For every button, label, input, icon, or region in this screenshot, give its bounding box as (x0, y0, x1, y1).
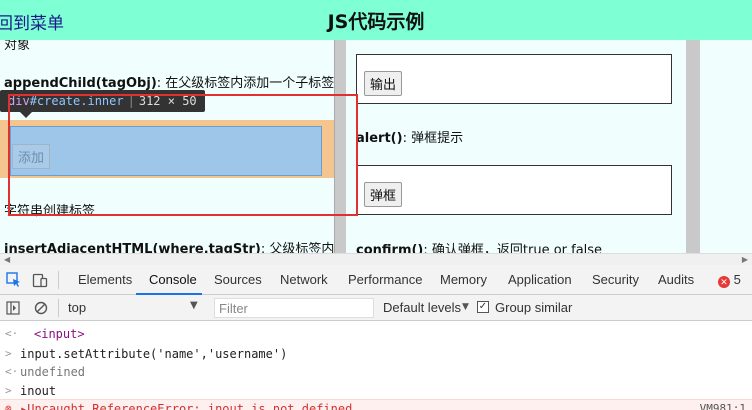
insert-adjacent-heading: insertAdjacentHTML(where,tagStr): 父级标签内添 (4, 238, 334, 253)
toolbar-divider (58, 299, 59, 317)
tab-performance[interactable]: Performance (348, 272, 422, 287)
tab-memory[interactable]: Memory (440, 272, 487, 287)
console-line: <· undefined (0, 363, 752, 381)
console-error-text[interactable]: ▸Uncaught ReferenceError: inout is not d… (20, 402, 352, 410)
middle-column: 输出 alert(): 弹框提示 弹框 confirm(): 确认弹框，返回tr… (346, 40, 686, 253)
output-button[interactable]: 输出 (364, 71, 403, 96)
tab-application[interactable]: Application (508, 272, 572, 287)
scroll-right-arrow-icon[interactable]: ▶ (742, 255, 748, 264)
tab-sources[interactable]: Sources (214, 272, 262, 287)
confirm-description: : 确认弹框，返回true or false (423, 243, 603, 253)
levels-dropdown-icon[interactable]: ▼ (462, 302, 469, 312)
page-header: 回到菜单 JS代码示例 (0, 0, 752, 40)
inspect-element-icon[interactable] (6, 272, 22, 292)
tab-network[interactable]: Network (280, 272, 328, 287)
console-output: <· <input> > input.setAttribute('name','… (0, 321, 752, 410)
error-count: 5 (733, 272, 741, 287)
devtools-tab-bar: Elements Console Sources Network Perform… (0, 265, 752, 295)
popup-box (356, 165, 672, 215)
context-dropdown-icon[interactable]: ▼ (190, 300, 198, 311)
alert-description: : 弹框提示 (402, 131, 464, 146)
horizontal-scrollbar[interactable]: ◀ ▶ (0, 253, 752, 265)
result-prefix-icon: <· (5, 365, 19, 378)
tab-audits[interactable]: Audits (658, 272, 694, 287)
append-child-heading: appendChild(tagObj): 在父级标签内添加一个子标签 (4, 72, 334, 91)
middle-column-scrollbar[interactable] (686, 40, 700, 253)
confirm-heading: confirm(): 确认弹框，返回true or false (356, 239, 602, 253)
context-selector[interactable]: top (68, 300, 86, 315)
input-prefix-icon: > (5, 347, 12, 360)
error-icon: ✕ (718, 276, 730, 288)
console-line-text: inout (20, 384, 57, 398)
page-title: JS代码示例 (327, 11, 425, 33)
error-counter[interactable]: ✕ 5 (718, 272, 741, 288)
error-prefix-icon: ⊗ (5, 402, 12, 410)
annotation-frame (8, 94, 358, 216)
console-error-line: ⊗ ▸Uncaught ReferenceError: inout is not… (0, 399, 752, 410)
append-child-method: appendChild(tagObj) (4, 76, 157, 91)
popup-button[interactable]: 弹框 (364, 182, 403, 207)
tab-security[interactable]: Security (592, 272, 639, 287)
input-prefix-icon: > (5, 384, 12, 397)
insert-adjacent-method: insertAdjacentHTML(where,tagStr) (4, 242, 261, 253)
group-similar-label: Group similar (495, 300, 573, 315)
alert-heading: alert(): 弹框提示 (356, 127, 463, 146)
right-column (700, 40, 752, 253)
confirm-method: confirm() (356, 243, 424, 253)
tab-elements[interactable]: Elements (78, 272, 132, 287)
sidebar-toggle-icon[interactable] (6, 300, 20, 319)
result-prefix-icon: <· (5, 327, 19, 340)
log-levels-dropdown[interactable]: Default levels (383, 300, 461, 315)
cut-off-text: 对象 (4, 40, 31, 53)
filter-input[interactable]: Filter (214, 298, 374, 318)
error-source-link[interactable]: VM981:1 (700, 402, 746, 410)
insert-adjacent-description: : 父级标签内添 (260, 242, 334, 253)
console-line-text[interactable]: <input> (34, 327, 85, 341)
console-line: > input.setAttribute('name','username') (0, 345, 752, 363)
alert-method: alert() (356, 131, 403, 146)
scroll-left-arrow-icon[interactable]: ◀ (4, 255, 10, 264)
tab-console[interactable]: Console (149, 272, 197, 287)
group-similar-checkbox[interactable]: ✓ (477, 301, 489, 313)
console-toolbar: top ▼ Filter Default levels ▼ ✓ Group si… (0, 295, 752, 321)
output-box (356, 54, 672, 104)
console-line: <· <input> (0, 325, 752, 343)
console-line-text: undefined (20, 365, 86, 379)
clear-console-icon[interactable] (34, 300, 48, 319)
device-toolbar-icon[interactable] (32, 272, 48, 292)
page-viewport: 对象 appendChild(tagObj): 在父级标签内添加一个子标签 添加… (0, 40, 752, 253)
append-child-description: : 在父级标签内添加一个子标签 (156, 76, 334, 91)
console-line: > inout (0, 382, 752, 400)
console-line-text: input.setAttribute('name','username') (20, 347, 288, 361)
tab-bar-divider (58, 271, 59, 289)
